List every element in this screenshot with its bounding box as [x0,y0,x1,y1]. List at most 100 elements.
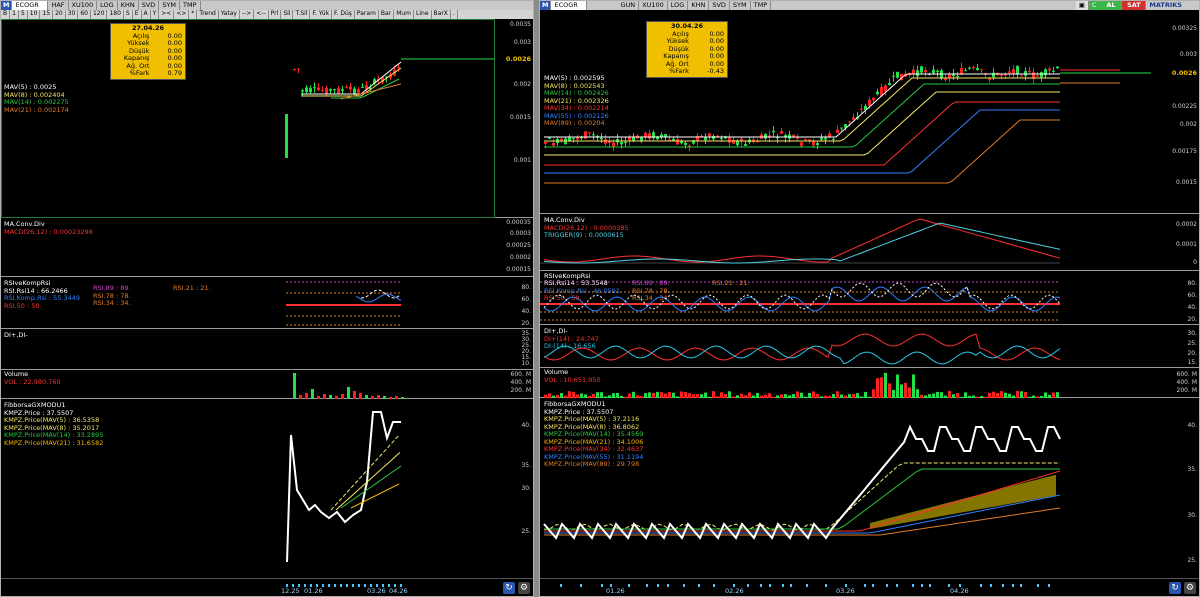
toolbar-button[interactable]: Yatay [219,10,240,19]
left-rsi-chart [286,281,402,326]
symbol-input[interactable]: ECOGR [551,1,588,10]
toolbar-button[interactable]: F. Düş [332,10,355,19]
title-tab-haf[interactable]: HAF [48,1,69,10]
toolbar-button[interactable]: Line [414,10,432,19]
axis-tick-label: 0.0001 [1176,241,1197,248]
candle [964,70,967,72]
right-fibo-axis: 40. 35. 30. 25. [1149,399,1199,572]
title-tab-gun[interactable]: GUN [617,1,640,10]
volume-bar [732,396,735,398]
toolbar-button[interactable]: E [133,10,142,19]
title-tab-tmp[interactable]: TMP [180,1,201,10]
volume-bar [988,392,991,398]
title-tab-sym[interactable]: SYM [730,1,751,10]
right-rsi-pane[interactable]: RSI.Rsi14 : 53.3548 RSI.Komp.Rsi : 46.05… [540,272,1199,325]
volume-bar [632,391,635,398]
toolbar-button[interactable]: B [1,10,11,19]
toolbar-button[interactable]: <> [174,10,190,19]
toolbar-button[interactable]: BarX [432,10,451,19]
toolbar-button[interactable]: . [451,10,458,19]
toolbar-button[interactable]: 120 [91,10,108,19]
volume-bar [580,393,583,398]
sell-button[interactable]: SAT [1122,1,1147,10]
left-price-pane[interactable]: 27.04.26 Açılış 0.00 Yüksek 0.00 Düşük 0.00… [1,19,533,218]
left-chart-window[interactable]: M ECOGR HAF XU100 LOG KHN SVD SYM TMP B1… [0,0,534,597]
right-macd-pane[interactable]: MA.Conv.Div MACD(26,12) : 0.0000385 TRIG… [540,215,1199,271]
refresh-icon[interactable]: ↻ [503,582,515,594]
title-tab-svd[interactable]: SVD [139,1,160,10]
left-date-axis: 12.25 01.26 03.26 04.26 ↻ ⚙ [1,578,533,596]
volume-bar [832,393,835,398]
settings-icon[interactable]: ⚙ [518,582,530,594]
volume-bar [600,392,603,398]
toolbar-button[interactable]: Trend [197,10,219,19]
toolbar-button[interactable]: Sil [281,10,294,19]
left-rsi-pane[interactable]: RSIveKompRsi RSI.Rsi14 : 66.2466 RSI.Kom… [1,278,533,329]
lock-icon[interactable]: ▣ [1075,1,1089,10]
title-tab-sym[interactable]: SYM [159,1,181,10]
toolbar-button[interactable]: 1 [10,10,19,19]
right-fibo-pane[interactable]: FibborsaGXMODU1 KMPZ.Price : 37.5507 KMP… [540,399,1199,572]
title-tab-xu100[interactable]: XU100 [639,1,668,10]
axis-tick-label: 0.00325 [1172,25,1197,32]
toolbar-button[interactable]: Mum [394,10,415,19]
settings-icon[interactable]: ⚙ [1184,582,1196,594]
refresh-icon[interactable]: ↻ [1169,582,1181,594]
volume-bar [940,392,943,398]
toolbar-button[interactable]: >< [159,10,175,19]
toolbar-button[interactable]: * [189,10,198,19]
title-tab-khn[interactable]: KHN [118,1,139,10]
right-price-pane[interactable]: 30.04.26 Açılış 0.00 Yüksek 0.00 Düşük 0.00… [540,11,1199,214]
toolbar-button[interactable]: --> [240,10,255,19]
right-chart-window[interactable]: M ECOGR GUN XU100 LOG KHN SVD SYM TMP ▣ … [539,0,1200,597]
toolbar-button[interactable]: 10 [28,10,41,19]
candle [836,129,839,133]
volume-bar [684,392,687,398]
volume-bar [584,394,587,398]
title-tab-khn[interactable]: KHN [688,1,710,10]
title-tab-xu100[interactable]: XU100 [69,1,98,10]
volume-bar [772,396,775,398]
toolbar-button[interactable]: S [124,10,133,19]
left-titlebar: M ECOGR HAF XU100 LOG KHN SVD SYM TMP [1,1,533,10]
toolbar-button[interactable]: 60 [78,10,91,19]
candle [1056,66,1059,69]
volume-bar [888,383,891,398]
toolbar-button[interactable]: 15 [40,10,54,19]
toolbar-button[interactable]: <-- [254,10,269,19]
buy-button[interactable]: AL [1100,1,1123,10]
toolbar-button[interactable]: Param [355,10,379,19]
volume-bar [928,394,931,398]
date-label: 01.26 [304,587,323,595]
title-tab-log[interactable]: LOG [668,1,689,10]
title-tab-log[interactable]: LOG [97,1,118,10]
right-volume-pane[interactable]: Volume VOL : 10,651,950 600. M 400. M 20… [540,368,1199,398]
toolbar-button[interactable]: 180 [107,10,124,19]
toolbar-button[interactable]: A [142,10,151,19]
right-di-pane[interactable]: DI+,DI- DI+(14) : 24.747 DI-(14) : 16.65… [540,326,1199,368]
toolbar-button[interactable]: 5 [19,10,28,19]
title-tab-svd[interactable]: SVD [709,1,730,10]
symbol-input[interactable]: ECOGR [12,1,49,10]
left-macd-pane[interactable]: MA.Conv.Div MACD(26,12) : 0.00023298 0.0… [1,219,533,277]
date-tick [872,584,874,587]
volume-bar [828,395,831,398]
toolbar-button[interactable]: F. Yük [310,10,333,19]
toolbar-button[interactable]: 20 [53,10,66,19]
c-icon[interactable]: C [1088,1,1101,10]
left-volume-pane[interactable]: Volume VOL : 22,980,760 600. M 400. M 20… [1,370,533,399]
toolbar-button[interactable]: Prl [269,10,282,19]
left-fibo-pane[interactable]: FibborsaGXMODU1 KMPZ.Price : 37.5507 KMP… [1,400,533,572]
candle [840,127,843,129]
toolbar-button[interactable]: Y [151,10,160,19]
title-tab-tmp[interactable]: TMP [751,1,772,10]
date-tick [667,584,669,587]
toolbar-button[interactable]: 30 [66,10,79,19]
toolbar-button[interactable]: Bar [379,10,395,19]
left-di-pane[interactable]: DI+,DI- 35. 30. 25. 20. 15. 10. [1,330,533,370]
volume-bar [740,393,743,398]
candle [592,134,595,136]
candle [397,67,400,69]
volume-bar [588,395,591,398]
toolbar-button[interactable]: T.Sil [293,10,311,19]
